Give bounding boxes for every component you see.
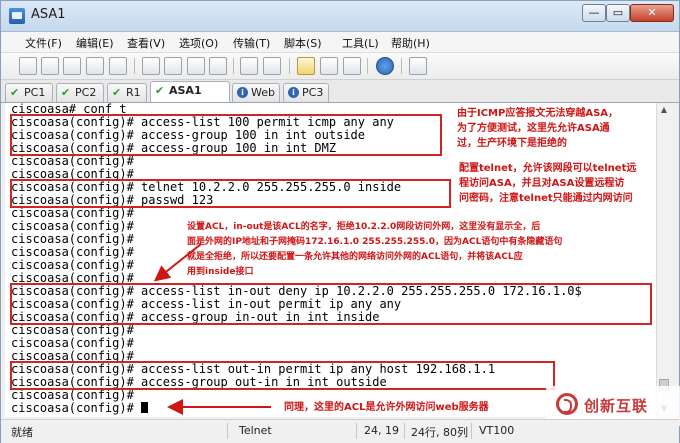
reconnect-icon[interactable] xyxy=(63,57,81,75)
tab-web[interactable]: i Web xyxy=(232,83,280,102)
check-icon: ✔ xyxy=(10,86,20,99)
annotation-telnet: 配置telnet，允许该网段可以telnet远 程访问ASA，并且对ASA设置远… xyxy=(459,163,637,204)
tab-r1[interactable]: ✔ R1 xyxy=(107,83,147,102)
check-icon: ✔ xyxy=(112,86,122,99)
tab-label: ASA1 xyxy=(169,84,202,97)
status-terminal-size: 24行, 80列 xyxy=(411,426,468,439)
menu-options[interactable]: 选项(O) xyxy=(179,35,218,51)
status-separator xyxy=(404,423,405,439)
connect-icon[interactable] xyxy=(19,57,37,75)
menu-help[interactable]: 帮助(H) xyxy=(391,35,430,51)
watermark-logo xyxy=(556,393,578,415)
find-icon[interactable] xyxy=(209,57,227,75)
tab-pc3[interactable]: i PC3 xyxy=(283,83,329,102)
tab-pc1[interactable]: ✔ PC1 xyxy=(5,83,53,102)
toolbar-separator xyxy=(134,58,135,74)
quick-connect-icon[interactable] xyxy=(41,57,59,75)
paste-icon[interactable] xyxy=(164,57,182,75)
menu-bar: 文件(F) 编辑(E) 查看(V) 选项(O) 传输(T) 脚本(S) 工具(L… xyxy=(1,32,679,53)
menu-tools[interactable]: 工具(L) xyxy=(342,35,379,51)
tab-label: PC1 xyxy=(24,86,46,99)
print-icon[interactable] xyxy=(240,57,258,75)
toolbar-separator xyxy=(289,58,290,74)
menu-script[interactable]: 脚本(S) xyxy=(284,35,322,51)
reconnect-all-icon[interactable] xyxy=(86,57,104,75)
global-options-icon[interactable] xyxy=(320,57,338,75)
menu-edit[interactable]: 编辑(E) xyxy=(76,35,114,51)
terminal-screen[interactable]: ciscoasa# conf t ciscoasa(config)# acces… xyxy=(5,103,656,417)
check-icon: ✔ xyxy=(155,84,165,97)
tab-label: R1 xyxy=(126,86,141,99)
app-window: ASA1 — ▭ ✕ 文件(F) 编辑(E) 查看(V) 选项(O) 传输(T)… xyxy=(0,0,680,443)
menu-view[interactable]: 查看(V) xyxy=(127,35,165,51)
status-separator xyxy=(356,423,357,439)
toolbar-separator xyxy=(367,58,368,74)
status-separator xyxy=(227,423,228,439)
copy-paste-icon[interactable] xyxy=(187,57,205,75)
print-selection-icon[interactable] xyxy=(263,57,281,75)
check-icon: ✔ xyxy=(61,86,71,99)
disconnect-icon[interactable] xyxy=(109,57,127,75)
menu-transfer[interactable]: 传输(T) xyxy=(233,35,270,51)
annotation-icmp: 由于ICMP应答报文无法穿越ASA， 为了方便测试，这里先允许ASA通 过，生产… xyxy=(457,108,619,149)
tab-asa1[interactable]: ✔ ASA1 xyxy=(150,81,230,102)
minimize-button[interactable]: — xyxy=(582,4,606,22)
copy-icon[interactable] xyxy=(142,57,160,75)
vertical-scrollbar[interactable]: ▲ ▼ xyxy=(656,103,672,417)
session-tabs: ✔ PC1 ✔ PC2 ✔ R1 ✔ ASA1 i Web i PC3 xyxy=(1,80,679,103)
status-separator xyxy=(471,423,472,439)
status-protocol: Telnet xyxy=(239,424,272,437)
info-icon: i xyxy=(237,87,248,98)
tab-label: Web xyxy=(251,86,275,99)
about-icon[interactable] xyxy=(409,57,427,75)
toolbar-separator xyxy=(401,58,402,74)
annotation-web: 同理，这里的ACL是允许外网访问web服务器 xyxy=(284,402,489,413)
tab-pc2[interactable]: ✔ PC2 xyxy=(56,83,104,102)
close-button[interactable]: ✕ xyxy=(630,4,674,22)
status-terminal-type: VT100 xyxy=(479,424,515,437)
app-icon xyxy=(9,8,25,24)
session-options-icon[interactable] xyxy=(297,57,315,75)
tab-label: PC3 xyxy=(302,86,324,99)
window-title: ASA1 xyxy=(31,7,66,22)
status-ready: 就绪 xyxy=(11,426,33,439)
status-cursor-position: 24, 19 xyxy=(364,424,399,437)
info-icon: i xyxy=(288,87,299,98)
toolbar xyxy=(1,53,679,80)
keymap-icon[interactable] xyxy=(343,57,361,75)
tab-label: PC2 xyxy=(75,86,97,99)
help-icon[interactable] xyxy=(376,57,394,75)
status-bar: 就绪 Telnet 24, 19 24行, 80列 VT100 xyxy=(1,419,679,443)
maximize-button[interactable]: ▭ xyxy=(606,4,630,22)
title-bar[interactable]: ASA1 — ▭ ✕ xyxy=(1,1,679,32)
scroll-up-icon[interactable]: ▲ xyxy=(659,105,669,115)
toolbar-separator xyxy=(233,58,234,74)
menu-file[interactable]: 文件(F) xyxy=(25,35,62,51)
annotation-acl: 设置ACL，in-out是该ACL的名字，拒绝10.2.2.0网段访问外网，这里… xyxy=(187,222,563,277)
watermark-text: 创新互联 xyxy=(584,397,649,415)
